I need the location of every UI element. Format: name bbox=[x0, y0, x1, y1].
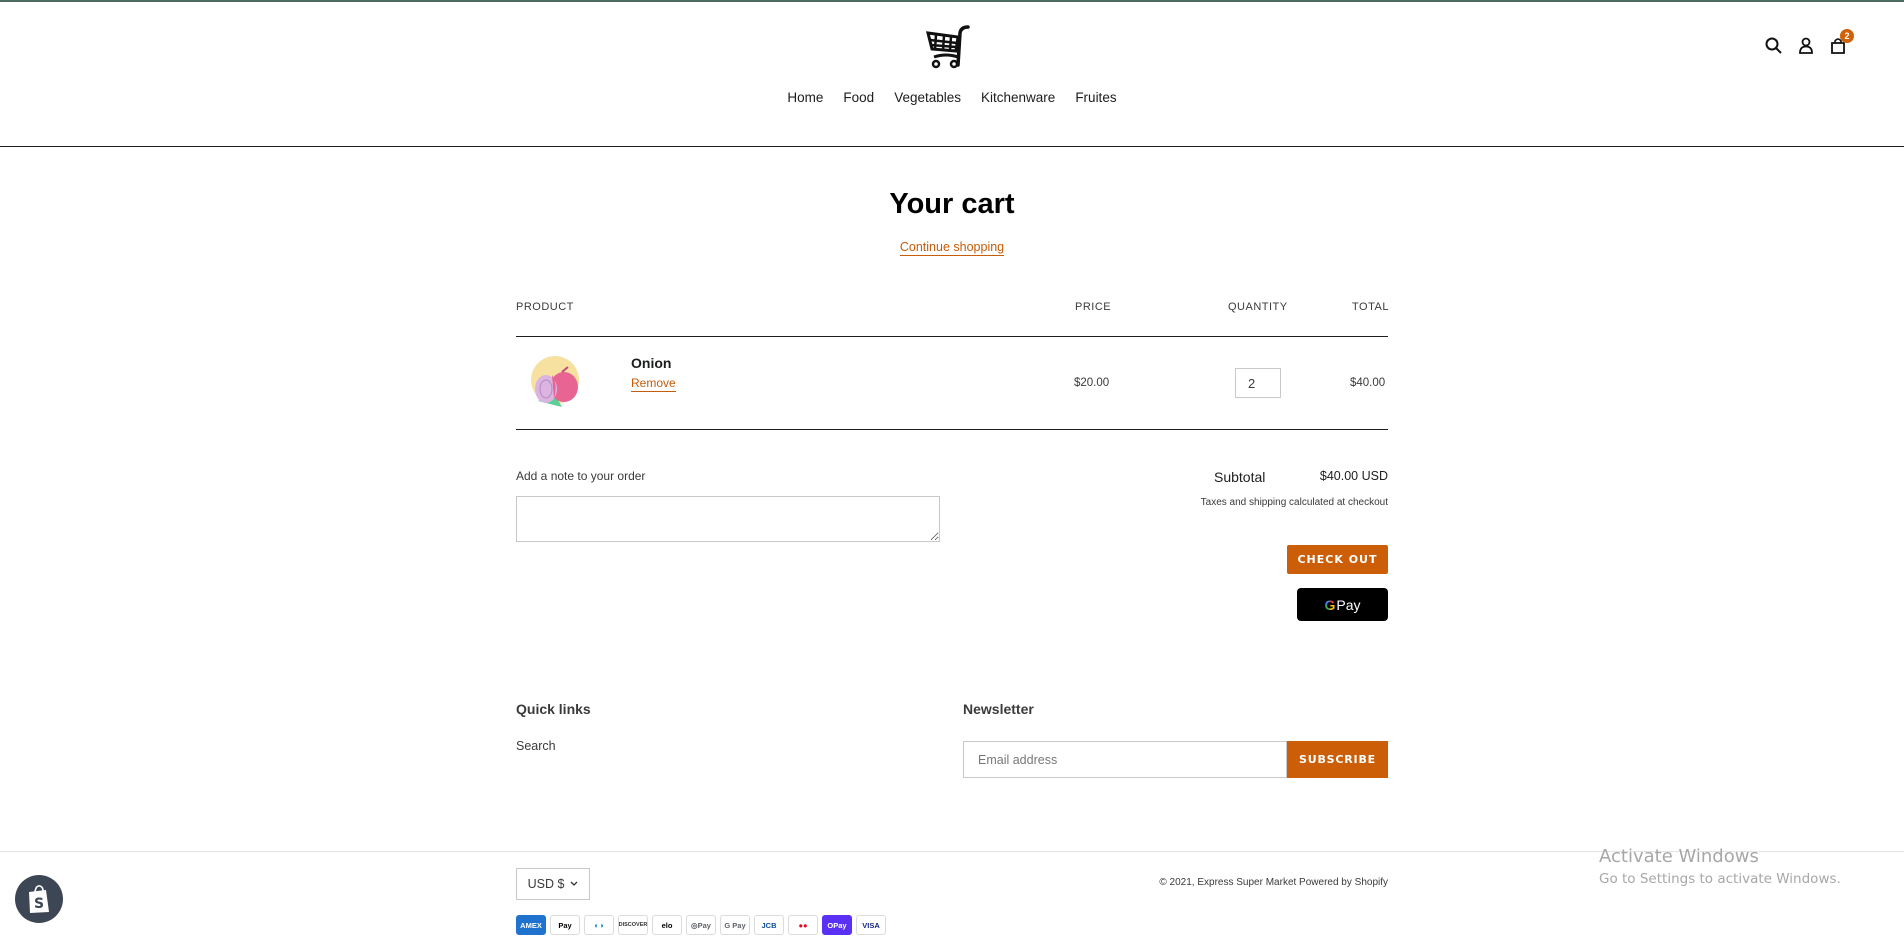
gpay-label: Pay bbox=[1336, 596, 1361, 613]
nav-food[interactable]: Food bbox=[833, 89, 884, 107]
activate-windows-subtitle: Go to Settings to activate Windows. bbox=[1599, 871, 1841, 887]
footer-search-link[interactable]: Search bbox=[516, 739, 556, 753]
item-price: $20.00 bbox=[1074, 377, 1110, 389]
remove-item-link[interactable]: Remove bbox=[631, 376, 676, 392]
continue-shopping-link[interactable]: Continue shopping bbox=[899, 240, 1005, 256]
item-total: $40.00 bbox=[1350, 377, 1386, 389]
page-title: Your cart bbox=[889, 188, 1015, 220]
shopping-cart-logo-icon bbox=[926, 25, 970, 69]
copyright: © 2021, Express Super Market Powered by … bbox=[1159, 877, 1388, 888]
subscribe-button[interactable]: SUBSCRIBE bbox=[1287, 741, 1388, 778]
col-quantity: QUANTITY bbox=[1228, 301, 1288, 313]
newsletter-heading: Newsletter bbox=[963, 701, 1034, 717]
nav-home[interactable]: Home bbox=[777, 89, 833, 107]
payment-icon-jcb: JCB bbox=[754, 915, 784, 935]
subtotal-value: $40.00 USD bbox=[1319, 469, 1388, 483]
table-bottom-rule bbox=[516, 429, 1388, 430]
cart-button[interactable]: 2 bbox=[1828, 29, 1854, 56]
tax-note: Taxes and shipping calculated at checkou… bbox=[1200, 497, 1388, 508]
checkout-button[interactable]: CHECK OUT bbox=[1287, 545, 1388, 574]
quantity-input[interactable] bbox=[1235, 368, 1281, 398]
activate-windows-title: Activate Windows bbox=[1599, 846, 1759, 867]
search-icon bbox=[1765, 37, 1782, 54]
google-pay-button[interactable]: G Pay bbox=[1297, 588, 1388, 621]
col-product: PRODUCT bbox=[516, 301, 574, 313]
payment-icon-elo: elo bbox=[652, 915, 682, 935]
col-price: PRICE bbox=[1075, 301, 1112, 313]
continue-shopping-wrap: Continue shopping bbox=[0, 238, 1904, 256]
currency-value: USD $ bbox=[527, 877, 565, 891]
payment-icon--: ●● bbox=[788, 915, 818, 935]
order-note-label: Add a note to your order bbox=[516, 469, 646, 483]
browser-top-border bbox=[0, 0, 1904, 2]
product-image-onion[interactable] bbox=[524, 353, 586, 415]
col-total: TOTAL bbox=[1352, 301, 1389, 313]
account-icon bbox=[1799, 37, 1813, 54]
search-button[interactable] bbox=[1764, 36, 1784, 56]
shopify-bag-icon: S bbox=[29, 885, 49, 913]
store-logo[interactable] bbox=[926, 25, 976, 70]
currency-selector[interactable]: USD $ bbox=[516, 868, 590, 900]
newsletter-email-input[interactable] bbox=[963, 741, 1287, 778]
order-note-textarea[interactable] bbox=[516, 496, 940, 542]
payment-icon--: ◐◑ bbox=[584, 915, 614, 935]
payment-icon-discover: DISCOVER bbox=[618, 915, 648, 935]
payment-icon-opay: OPay bbox=[822, 915, 852, 935]
chevron-down-icon bbox=[570, 881, 578, 886]
payment-icon-visa: VISA bbox=[856, 915, 886, 935]
account-button[interactable] bbox=[1796, 36, 1816, 56]
payment-icons: AMEX Pay ◐◑ DISCOVER elo ◎Pay G Pay JCB ●● OPay V… bbox=[516, 915, 886, 935]
nav-kitchenware[interactable]: Kitchenware bbox=[971, 89, 1065, 107]
onion-image-icon bbox=[531, 356, 579, 407]
cart-count-badge: 2 bbox=[1840, 29, 1854, 43]
payment-icon-g-pay: G Pay bbox=[720, 915, 750, 935]
payment-icon-pay: Pay bbox=[550, 915, 580, 935]
quick-links-heading: Quick links bbox=[516, 701, 591, 717]
nav-fruites[interactable]: Fruites bbox=[1065, 89, 1126, 107]
nav-vegetables[interactable]: Vegetables bbox=[884, 89, 971, 107]
main-nav: Home Food Vegetables Kitchenware Fruites bbox=[0, 89, 1904, 107]
google-g-icon: G bbox=[1324, 596, 1336, 613]
table-top-rule bbox=[516, 336, 1388, 337]
header-icons: 2 bbox=[1764, 29, 1854, 56]
shopify-chat-button[interactable]: S bbox=[15, 875, 63, 923]
payment-icon-amex: AMEX bbox=[516, 915, 546, 935]
header-divider bbox=[0, 146, 1904, 147]
product-name[interactable]: Onion bbox=[631, 355, 671, 371]
svg-text:S: S bbox=[34, 896, 44, 912]
subtotal-label: Subtotal bbox=[1214, 469, 1266, 485]
payment-icon--pay: ◎Pay bbox=[686, 915, 716, 935]
